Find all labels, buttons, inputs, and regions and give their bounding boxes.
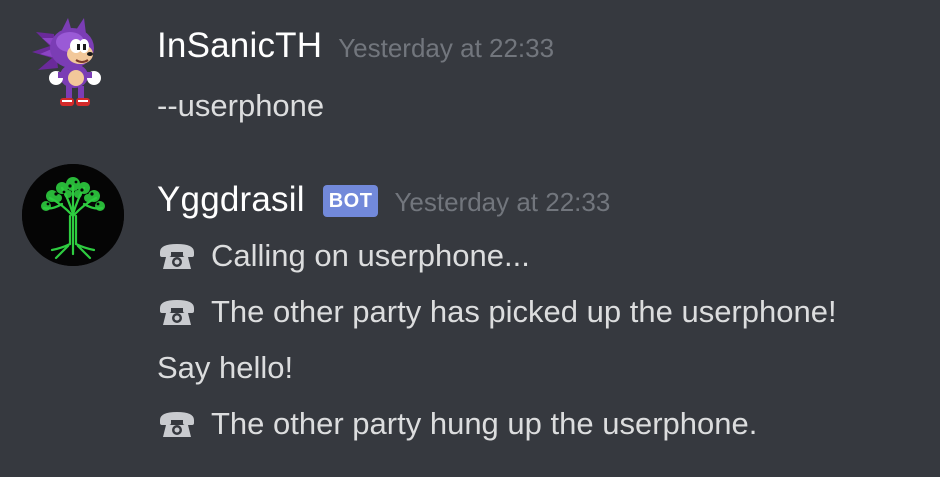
message-content: Say hello! (157, 350, 293, 386)
chat-message-list: InSanicTH Yesterday at 22:33 --userphone (0, 0, 940, 477)
tree-icon (22, 164, 124, 266)
message-content: --userphone (157, 88, 324, 124)
username[interactable]: Yggdrasil (157, 180, 305, 220)
sonic-sprite-icon (32, 18, 101, 106)
timestamp[interactable]: Yesterday at 22:33 (338, 33, 554, 64)
message-header: Yggdrasil BOT Yesterday at 22:33 (157, 180, 610, 221)
telephone-icon (160, 412, 194, 437)
timestamp[interactable]: Yesterday at 22:33 (394, 187, 610, 218)
chat-message: InSanicTH Yesterday at 22:33 --userphone (0, 0, 940, 150)
message-text: --userphone (157, 88, 325, 123)
bot-tag: BOT (322, 185, 379, 217)
message-header: InSanicTH Yesterday at 22:33 (157, 26, 554, 66)
avatar[interactable] (22, 164, 124, 266)
message-text: Calling on userphone... (211, 238, 530, 273)
avatar[interactable] (24, 12, 124, 112)
telephone-icon (160, 244, 194, 269)
message-content: The other party hung up the userphone. (157, 406, 757, 442)
message-content: The other party has picked up the userph… (157, 294, 837, 330)
message-text: The other party has picked up the userph… (211, 294, 837, 329)
message-text: The other party hung up the userphone. (211, 406, 758, 441)
telephone-icon (160, 300, 194, 325)
username[interactable]: InSanicTH (157, 26, 322, 66)
message-content: Calling on userphone... (157, 238, 530, 274)
message-text: Say hello! (157, 350, 294, 385)
